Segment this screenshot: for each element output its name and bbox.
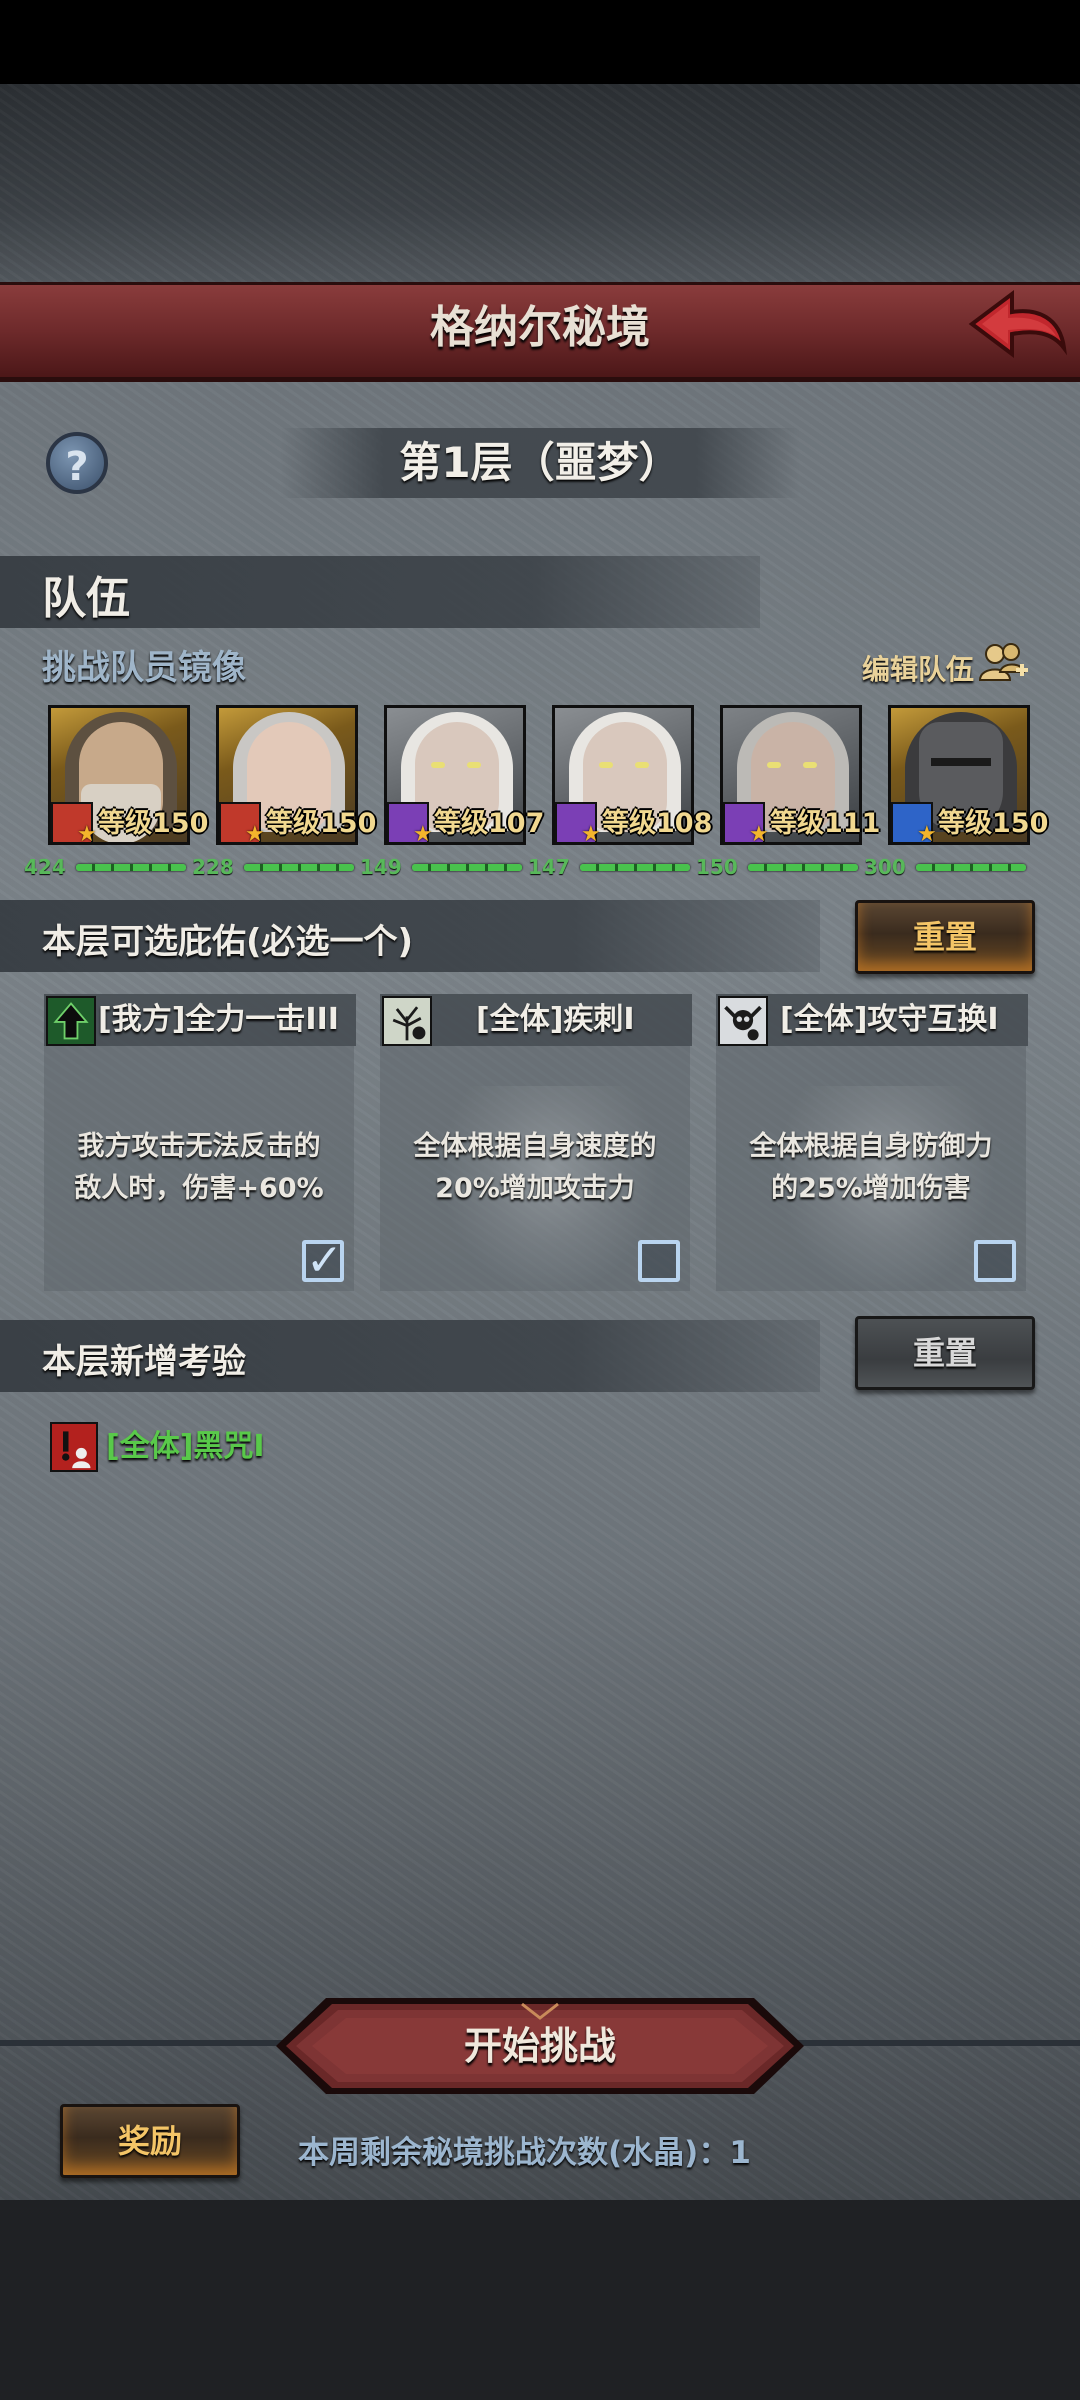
weekly-attempts-text: 本周剩余秘境挑战次数(水晶)：1 [298, 2135, 751, 2171]
hero-power-2: 228 [192, 855, 234, 879]
hero-power-bar-5 [748, 864, 858, 871]
blessing-name-3: [全体]攻守互换I [780, 1002, 999, 1037]
hero-power-1: 424 [24, 855, 66, 879]
start-challenge-label[interactable]: 开始挑战 [272, 1996, 808, 2096]
hero-power-bar-6 [916, 864, 1026, 871]
hero-power-bar-1 [76, 864, 186, 871]
team-subtitle: 挑战队员镜像 [42, 648, 246, 688]
blessing-desc-3b: 的25%增加伤害 [771, 1173, 971, 1204]
blessing-name-1: [我方]全力一击III [98, 1002, 339, 1037]
back-arrow-icon[interactable] [968, 288, 1068, 364]
team-heading: 队伍 [42, 573, 130, 624]
hero-power-4: 147 [528, 855, 570, 879]
blessing-desc-1b: 敌人时，伤害+60% [74, 1173, 324, 1204]
edit-team-icon[interactable] [978, 640, 1030, 688]
blessing-heading: 本层可选庇佑(必选一个) [42, 922, 414, 962]
hero-level-4: 等级108 [602, 808, 713, 839]
hero-power-3: 149 [360, 855, 402, 879]
trial-reset-button[interactable]: 重置 [855, 1316, 1035, 1390]
hero-level-5: 等级111 [770, 808, 881, 839]
star-icon: ★ [749, 822, 769, 845]
bottom-bar [0, 2200, 1080, 2400]
star-icon: ★ [917, 822, 937, 845]
blessing-checkbox-3[interactable] [974, 1240, 1016, 1282]
hero-power-6: 300 [864, 855, 906, 879]
trial-heading: 本层新增考验 [42, 1342, 246, 1382]
page-title: 格纳尔秘境 [430, 302, 650, 353]
hero-level-6: 等级150 [938, 808, 1049, 839]
checkmark-icon: ✓ [306, 1235, 343, 1286]
hero-level-3: 等级107 [434, 808, 545, 839]
blessing-reset-button[interactable]: 重置 [855, 900, 1035, 974]
blessing-desc-1a: 我方攻击无法反击的 [77, 1131, 321, 1162]
hero-power-bar-2 [244, 864, 354, 871]
hero-power-bar-4 [580, 864, 690, 871]
star-icon: ★ [413, 822, 433, 845]
hero-level-2: 等级150 [266, 808, 377, 839]
blessing-checkbox-1[interactable]: ✓ [302, 1235, 344, 1286]
blessing-desc-2b: 20%增加攻击力 [435, 1173, 635, 1204]
blessing-name-2: [全体]疾刺I [476, 1002, 635, 1037]
tree-icon [382, 996, 432, 1046]
skull-icon [718, 996, 768, 1046]
edit-team-button[interactable]: 编辑队伍 [862, 650, 974, 690]
floor-title: 第1层（噩梦） [399, 438, 681, 487]
curse-icon [50, 1422, 98, 1472]
star-icon: ★ [581, 822, 601, 845]
hero-level-1: 等级150 [98, 808, 209, 839]
arrow-up-icon [46, 996, 96, 1046]
blessing-desc-2a: 全体根据自身速度的 [413, 1131, 657, 1162]
hero-power-bar-3 [412, 864, 522, 871]
hero-power-5: 150 [696, 855, 738, 879]
blessing-desc-3a: 全体根据自身防御力 [749, 1131, 993, 1162]
blessing-checkbox-2[interactable] [638, 1240, 680, 1282]
star-icon: ★ [245, 822, 265, 845]
trial-name-1: [全体]黑咒I [106, 1429, 265, 1464]
reward-button[interactable]: 奖励 [60, 2104, 240, 2178]
star-icon: ★ [77, 822, 97, 845]
